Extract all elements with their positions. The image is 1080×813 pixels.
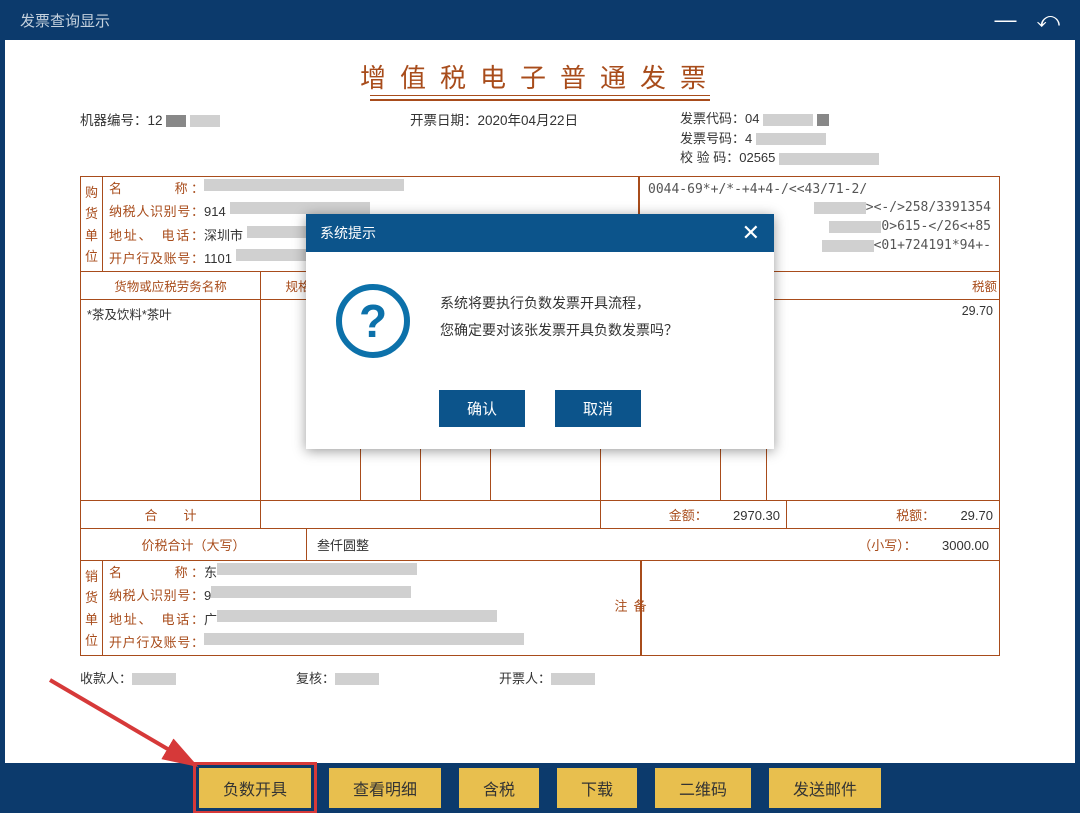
small-label: （小写）：: [858, 538, 917, 553]
buyer-label: 购货单位: [81, 177, 103, 271]
modal-message: 系统将要执行负数发票开具流程， 您确定要对该张发票开具负数发票吗？: [440, 284, 678, 343]
sum-tax-label: 税额：: [896, 508, 935, 523]
code-value: 04: [745, 111, 759, 126]
minimize-icon[interactable]: —: [994, 7, 1016, 33]
item1-tax: 29.70: [767, 300, 999, 500]
invoice-title: 增值税电子普通发票: [80, 58, 1000, 95]
check-label: 校 验 码：: [680, 150, 739, 165]
system-prompt-modal: 系统提示 ✕ ? 系统将要执行负数发票开具流程， 您确定要对该张发票开具负数发票…: [306, 214, 774, 449]
sum-tax-value: 29.70: [960, 508, 993, 523]
machine-value: 12: [148, 113, 163, 128]
email-button[interactable]: 发送邮件: [769, 768, 881, 808]
footer-meta: 收款人： 复核： 开票人：: [80, 668, 1000, 687]
buyer-bank-label: 开户行及账号：: [109, 249, 204, 269]
title-bar: 发票查询显示 — ⤺: [0, 0, 1080, 40]
buyer-name-label: 名 称：: [109, 179, 204, 199]
buyer-addr-value: 深圳市: [204, 226, 243, 246]
buyer-addr-label: 地址、 电话：: [109, 226, 204, 246]
number-label: 发票号码：: [680, 131, 745, 146]
number-value: 4: [745, 131, 752, 146]
download-button[interactable]: 下载: [557, 768, 637, 808]
small-value: 3000.00: [942, 538, 989, 553]
remark-label: 备注: [619, 561, 641, 655]
col-tax: 税额: [767, 272, 999, 299]
item1-name: *茶及饮料*茶叶: [81, 300, 261, 500]
seller-bank-label: 开户行及账号：: [109, 633, 204, 653]
col-name: 货物或应税劳务名称: [81, 272, 261, 299]
confirm-button[interactable]: 确认: [439, 390, 525, 427]
question-icon: ?: [336, 284, 410, 358]
negative-button[interactable]: 负数开具: [199, 768, 311, 808]
cipher-line3: 0>615-</26<+85: [881, 219, 991, 234]
window-title: 发票查询显示: [20, 10, 110, 31]
qrcode-button[interactable]: 二维码: [655, 768, 751, 808]
modal-title: 系统提示: [320, 223, 376, 243]
cancel-button[interactable]: 取消: [555, 390, 641, 427]
date-value: 2020年04月22日: [478, 113, 579, 128]
sum-amount-value: 2970.30: [733, 508, 780, 523]
buyer-bank-value: 1101: [204, 249, 232, 269]
seller-addr-label: 地址、 电话：: [109, 610, 204, 630]
sum-amount-label: 金额：: [669, 508, 708, 523]
machine-label: 机器编号：: [80, 113, 148, 128]
drawer-label: 开票人：: [499, 671, 551, 686]
cipher-line1: 0044-69*+/*-+4+4-/<<43/71-2/: [648, 181, 991, 200]
date-label: 开票日期：: [410, 113, 478, 128]
cn-total: 叁仟圆整: [317, 535, 369, 554]
check-value: 02565: [739, 150, 775, 165]
sum-row: 合 计 金额： 2970.30 税额： 29.70: [81, 500, 999, 528]
reviewer-label: 复核：: [296, 671, 335, 686]
seller-name-label: 名 称：: [109, 563, 204, 583]
payee-label: 收款人：: [80, 671, 132, 686]
pricetax-label: 价税合计（大写）: [81, 529, 307, 560]
buyer-taxid-label: 纳税人识别号：: [109, 202, 204, 222]
close-icon[interactable]: ✕: [742, 222, 760, 244]
title-underline: [370, 95, 710, 101]
tax-button[interactable]: 含税: [459, 768, 539, 808]
bottom-bar: 负数开具 查看明细 含税 下载 二维码 发送邮件: [0, 763, 1080, 813]
cipher-line2: ><-/>258/3391354: [866, 200, 991, 215]
buyer-taxid-value: 914: [204, 202, 226, 222]
detail-button[interactable]: 查看明细: [329, 768, 441, 808]
sum-label: 合 计: [81, 501, 261, 528]
code-label: 发票代码：: [680, 111, 745, 126]
cipher-line4: <01+724191*94+-: [874, 238, 991, 253]
back-icon[interactable]: ⤺: [1036, 7, 1060, 33]
seller-taxid-label: 纳税人识别号：: [109, 586, 204, 606]
top-meta: 机器编号：12 开票日期：2020年04月22日 发票代码：04 发票号码：4 …: [80, 109, 1000, 168]
seller-label: 销货单位: [81, 561, 103, 655]
